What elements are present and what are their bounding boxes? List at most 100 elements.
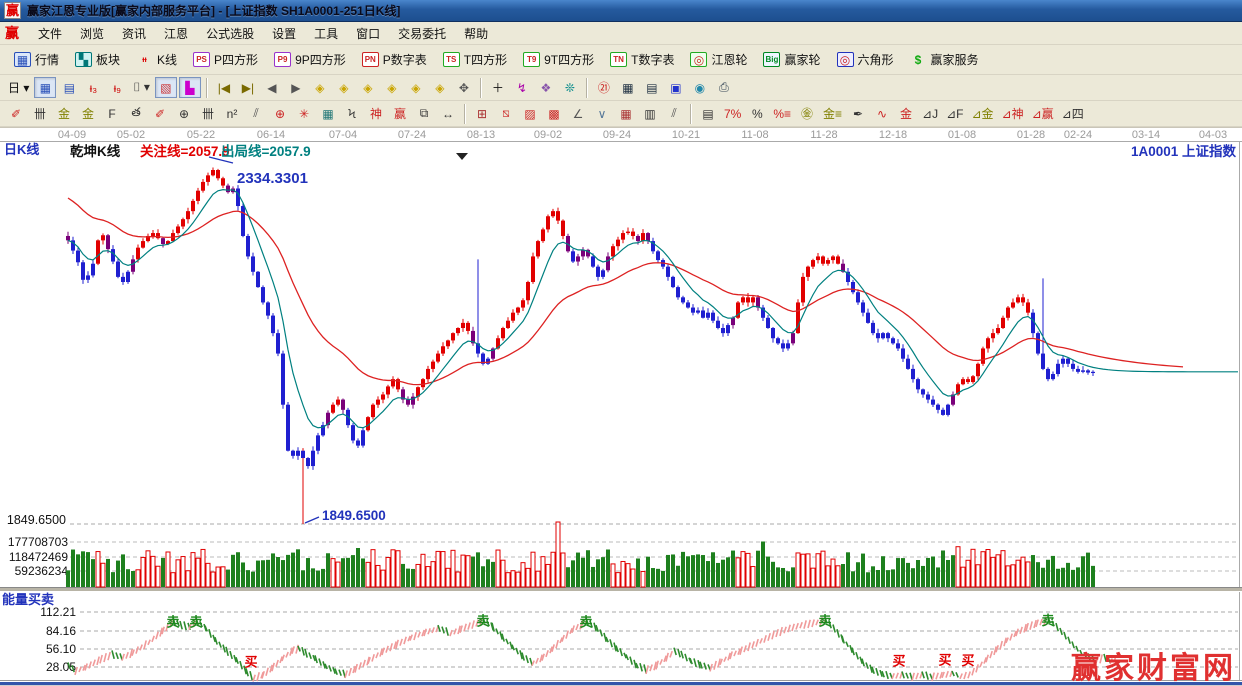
wave-tool[interactable]: ∿ — [871, 103, 893, 124]
percent-tool[interactable]: % — [746, 103, 768, 124]
winner-wheel-button[interactable]: Big 赢家轮 — [755, 47, 828, 72]
f-angle-tool[interactable]: ⊿F — [943, 103, 966, 124]
volume-profile-icon[interactable]: ▙ — [178, 77, 201, 98]
shen-tool[interactable]: 神 — [365, 103, 387, 124]
9t-square-button[interactable]: T9 9T四方形 — [515, 47, 602, 72]
chip-distribution-icon[interactable]: ▧ — [154, 77, 177, 98]
calendar-21-button[interactable]: ㉑ — [593, 77, 615, 98]
smart-analysis-button[interactable]: ❊ — [559, 77, 581, 98]
fibonacci-tool[interactable]: F — [101, 103, 123, 124]
t-square-button[interactable]: TS T四方形 — [435, 47, 515, 72]
hexagon-button[interactable]: ◎ 六角形 — [829, 47, 902, 72]
winner-service-button[interactable]: $ 赢家服务 — [902, 47, 987, 72]
gann-tools-button[interactable]: ❖ — [535, 77, 557, 98]
gold-circle-tool[interactable]: ㊎ — [796, 103, 818, 124]
circle-cross-tool[interactable]: ⊕ — [269, 103, 291, 124]
menu-item-1[interactable]: 浏览 — [71, 22, 113, 45]
si-angle-tool[interactable]: ⊿四 — [1059, 103, 1087, 124]
p-number-table-button[interactable]: PN P数字表 — [354, 47, 435, 72]
angle-mirror-tool[interactable]: ⫽ — [245, 103, 267, 124]
zoom-tool-button[interactable]: ↯ — [511, 77, 533, 98]
save-button[interactable]: ▣ — [665, 77, 687, 98]
first-bar-button[interactable]: |◀ — [213, 77, 235, 98]
kline-button[interactable]: ᵻᵻ K线 — [128, 47, 185, 72]
kline-3-icon[interactable]: ᵻ₃ — [82, 77, 104, 98]
web-fan-tool[interactable]: ▩ — [543, 103, 565, 124]
shift-right-diamond-button[interactable]: ◈ — [333, 77, 355, 98]
chart-area[interactable]: 04-09 05-02 05-22 06-14 07-04 07-24 08-13 09-02… — [0, 127, 1242, 686]
prev-bar-button[interactable]: ◀ — [261, 77, 283, 98]
gann-circle-tool[interactable]: ⊕ — [173, 103, 195, 124]
price-grid-tool[interactable]: 卌 — [29, 103, 51, 124]
v-lines-tool[interactable]: ∨ — [591, 103, 613, 124]
draw-pen-tool[interactable]: ✐ — [5, 103, 27, 124]
compress-h-diamond-button[interactable]: ◈ — [381, 77, 403, 98]
p-square-button[interactable]: PS P四方形 — [185, 47, 266, 72]
shift-left-diamond-button[interactable]: ◈ — [309, 77, 331, 98]
calculator-button[interactable]: ▦ — [617, 77, 639, 98]
compress-v-diamond-button[interactable]: ◈ — [429, 77, 451, 98]
spider-web-tool[interactable]: ✳ — [293, 103, 315, 124]
notes-button[interactable]: ▤ — [641, 77, 663, 98]
ying-tool[interactable]: 赢 — [389, 103, 411, 124]
swing-tool[interactable]: Ϟ — [341, 103, 363, 124]
sectors-button[interactable]: ▚ 板块 — [67, 47, 128, 72]
expand-h-diamond-button[interactable]: ◈ — [357, 77, 379, 98]
quotes-button[interactable]: ▦ 行情 — [6, 47, 67, 72]
percent-lines-tool[interactable]: %≡ — [770, 103, 794, 124]
print-button[interactable]: ⎙ — [713, 77, 735, 98]
candle-body — [81, 262, 85, 280]
info-panel-icon[interactable]: ▤ — [58, 77, 80, 98]
t-number-table-button[interactable]: TN T数字表 — [602, 47, 682, 72]
gold-lines-tool[interactable]: 金≡ — [820, 103, 845, 124]
expand-v-diamond-button[interactable]: ◈ — [405, 77, 427, 98]
spiral-tool[interactable]: త — [125, 103, 147, 124]
measure-ruler-tool[interactable]: ⧉ — [413, 103, 435, 124]
seven-percent-tool[interactable]: 7% — [721, 103, 744, 124]
crosshair-button[interactable]: ＋ — [487, 77, 509, 98]
gann-fan-tool[interactable]: ⧅ — [495, 103, 517, 124]
gold-level-tool[interactable]: 金 — [895, 103, 917, 124]
gann-wheel-button[interactable]: ◎ 江恩轮 — [682, 47, 755, 72]
menu-item-7[interactable]: 窗口 — [347, 22, 389, 45]
last-bar-button[interactable]: ▶| — [237, 77, 259, 98]
menu-item-5[interactable]: 设置 — [263, 22, 305, 45]
gold-angle-tool[interactable]: ⊿金 — [968, 103, 996, 124]
ruler-grid-tool[interactable]: 卌 — [197, 103, 219, 124]
dense-grid-tool[interactable]: ▥ — [639, 103, 661, 124]
menu-item-3[interactable]: 江恩 — [155, 22, 197, 45]
next-bar-button[interactable]: ▶ — [285, 77, 307, 98]
n-square-tool[interactable]: n² — [221, 103, 243, 124]
pan-hand-button[interactable]: ✥ — [453, 77, 475, 98]
brush-tool[interactable]: ✐ — [149, 103, 171, 124]
ying-angle-tool[interactable]: ⊿赢 — [1029, 103, 1057, 124]
angle-lines-tool[interactable]: ∠ — [567, 103, 589, 124]
j-angle-tool[interactable]: ⊿J — [919, 103, 941, 124]
shen-angle-tool[interactable]: ⊿神 — [999, 103, 1027, 124]
kline-9-icon[interactable]: ᵻ₉ — [106, 77, 128, 98]
date-axis-label: 07-04 — [329, 129, 357, 141]
menu-item-6[interactable]: 工具 — [305, 22, 347, 45]
qiankun-kline-toggle-icon[interactable]: ▦ — [34, 77, 57, 98]
square-grid-tool[interactable]: ▦ — [615, 103, 637, 124]
parallel-lines-tool[interactable]: ⫽ — [663, 103, 685, 124]
gold-grid-tool[interactable]: 金 — [77, 103, 99, 124]
candle-style-dropdown[interactable]: ⌷ ▾ — [130, 77, 153, 98]
menu-item-4[interactable]: 公式选股 — [197, 22, 263, 45]
9p-square-button[interactable]: P9 9P四方形 — [266, 47, 354, 72]
menu-item-9[interactable]: 帮助 — [455, 22, 497, 45]
period-day-dropdown[interactable]: 日 ▾ — [5, 77, 32, 98]
menu-item-2[interactable]: 资讯 — [113, 22, 155, 45]
bar-scale-tool[interactable]: ▤ — [697, 103, 719, 124]
volume-bar-down — [686, 556, 690, 587]
kline-chart-svg[interactable]: 04-09 05-02 05-22 06-14 07-04 07-24 08-13 09-02… — [0, 127, 1242, 686]
ink-pen-tool[interactable]: ✒ — [847, 103, 869, 124]
menu-item-0[interactable]: 文件 — [29, 22, 71, 45]
width-measure-tool[interactable]: ↔ — [437, 103, 459, 124]
grid-fan-tool[interactable]: ▨ — [519, 103, 541, 124]
web-link-button[interactable]: ◉ — [689, 77, 711, 98]
gold-ratio-tool[interactable]: 金 — [53, 103, 75, 124]
box-frame-tool[interactable]: ⊞ — [471, 103, 493, 124]
menu-item-8[interactable]: 交易委托 — [389, 22, 455, 45]
grid-target-tool[interactable]: ▦ — [317, 103, 339, 124]
